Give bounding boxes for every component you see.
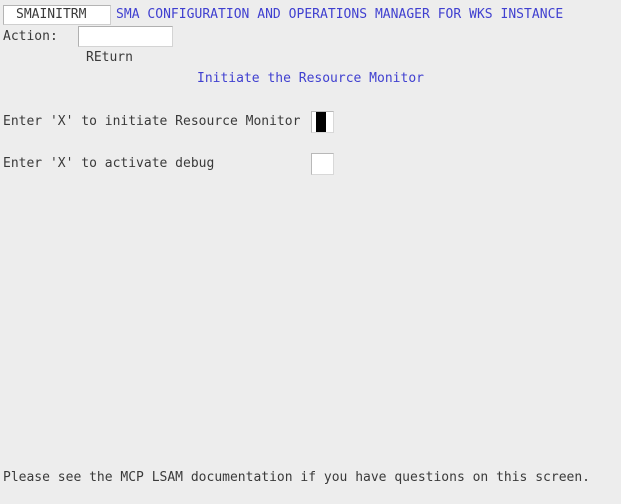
footer-help-message: Please see the MCP LSAM documentation if…: [3, 470, 590, 485]
action-input[interactable]: [78, 26, 173, 47]
text-cursor: [316, 112, 326, 132]
screen-id-field[interactable]: SMAINITRM: [3, 5, 111, 25]
activate-debug-input[interactable]: [311, 153, 334, 175]
header-row: SMAINITRM SMA CONFIGURATION AND OPERATIO…: [0, 4, 621, 26]
panel-title: Initiate the Resource Monitor: [197, 71, 424, 86]
form-row-activate-debug: Enter 'X' to activate debug: [0, 153, 621, 177]
activate-debug-label: Enter 'X' to activate debug: [3, 156, 215, 171]
page-title: SMA CONFIGURATION AND OPERATIONS MANAGER…: [116, 7, 564, 22]
form-row-initiate-resource-monitor: Enter 'X' to initiate Resource Monitor: [0, 111, 621, 135]
action-row: Action:: [0, 26, 621, 48]
action-label: Action:: [3, 29, 58, 44]
terminal-screen: SMAINITRM SMA CONFIGURATION AND OPERATIO…: [0, 0, 621, 504]
initiate-resource-monitor-label: Enter 'X' to initiate Resource Monitor: [3, 114, 301, 129]
action-hint-return[interactable]: REturn: [86, 49, 133, 66]
initiate-resource-monitor-input[interactable]: [311, 111, 334, 133]
